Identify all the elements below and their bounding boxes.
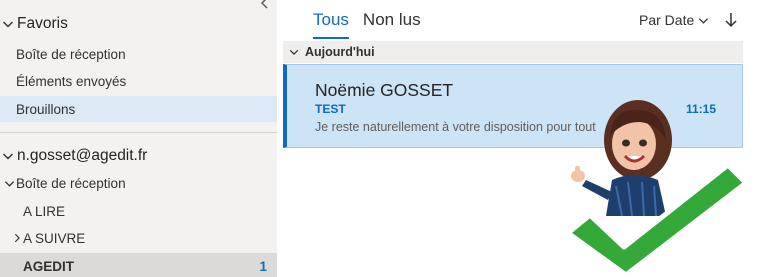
collapse-pane-chevron-icon[interactable]	[259, 0, 271, 9]
sort-down-arrow-icon[interactable]	[723, 10, 739, 30]
account-header[interactable]: n.gosset@agedit.fr	[0, 145, 147, 167]
sidebar-divider	[0, 132, 277, 133]
message-subject: TEST	[315, 102, 346, 116]
chevron-down-icon	[0, 16, 16, 32]
sort-label: Par Date	[639, 12, 695, 28]
unread-count-badge: 1	[259, 258, 267, 274]
sidebar-item-label: A SUIVRE	[23, 230, 86, 246]
group-header-today[interactable]: Aujourd'hui	[283, 41, 743, 63]
favorites-header[interactable]: Favoris	[0, 13, 68, 35]
green-checkmark-illustration	[565, 162, 749, 277]
tab-unread[interactable]: Non lus	[363, 10, 421, 36]
sidebar-item-drafts[interactable]: Brouillons	[0, 96, 277, 122]
favorites-title: Favoris	[17, 15, 68, 32]
message-time: 11:15	[685, 102, 716, 116]
sort-by-dropdown[interactable]: Par Date	[639, 12, 709, 28]
chevron-down-icon[interactable]	[2, 178, 16, 189]
sidebar-item-a-lire[interactable]: A LIRE	[0, 198, 277, 224]
sidebar-item-label: AGEDIT	[23, 258, 75, 274]
sidebar-item-label: Brouillons	[16, 101, 76, 117]
sidebar-item-sent[interactable]: Éléments envoyés	[0, 68, 277, 94]
sidebar-item-account-inbox[interactable]: Boîte de réception	[0, 170, 277, 196]
tab-all[interactable]: Tous	[313, 10, 349, 39]
sidebar-item-agedit[interactable]: AGEDIT 1	[0, 253, 277, 277]
folder-pane: Favoris Boîte de réception Éléments envo…	[0, 0, 277, 277]
chevron-down-icon	[698, 15, 709, 26]
sidebar-item-label: Boîte de réception	[16, 175, 126, 191]
chevron-down-icon	[0, 148, 16, 164]
chevron-right-icon[interactable]	[10, 233, 23, 243]
chevron-down-icon	[283, 47, 305, 57]
sidebar-item-label: Boîte de réception	[16, 46, 126, 62]
filter-tabs: Tous Non lus	[313, 10, 421, 39]
sidebar-item-label: A LIRE	[23, 203, 66, 219]
group-label: Aujourd'hui	[305, 45, 375, 59]
sidebar-item-favorite-inbox[interactable]: Boîte de réception	[0, 41, 277, 67]
message-sender: Noëmie GOSSET	[315, 80, 454, 100]
sidebar-item-label: Éléments envoyés	[16, 73, 127, 89]
account-email: n.gosset@agedit.fr	[17, 147, 148, 164]
sidebar-item-a-suivre[interactable]: A SUIVRE	[0, 225, 277, 251]
